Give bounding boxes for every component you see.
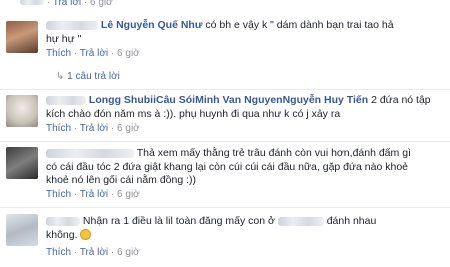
replies-toggle[interactable]: ↳ 1 câu trả lời — [56, 71, 120, 82]
comment-meta: Thích · Trả lời · 6 giờ — [46, 247, 140, 258]
comment-body: Thả xem mấy thằng trẻ trâu đánh còn vui … — [46, 147, 450, 188]
comment-text-line1: Thả xem mấy thằng trẻ trâu đánh còn vui … — [136, 147, 411, 159]
comment-text-line2: có cái đầu tóc 2 đứa giật khang lại còn … — [46, 160, 408, 173]
comment-meta: Thích · Trả lời · 6 giờ — [46, 123, 140, 134]
reply-link[interactable]: Trả lời — [80, 123, 108, 134]
blurred-text — [20, 0, 44, 6]
timestamp: 6 giờ — [117, 189, 140, 200]
reply-link[interactable]: Trả lời — [80, 48, 108, 59]
comment-meta: Thích · Trả lời · 6 giờ — [46, 48, 140, 59]
reply-link[interactable]: Trả lời — [80, 189, 108, 200]
comment-text-line1: 2 đứa nó tập — [368, 94, 431, 106]
divider — [0, 89, 450, 90]
comment-text-line1-end: đánh nhau — [326, 215, 377, 227]
comment-body: Lê Nguyễn Quế Như có bh e vậy k " dám dà… — [46, 19, 446, 46]
timestamp: 6 giờ — [117, 48, 140, 59]
timestamp: 6 giờ — [117, 123, 140, 134]
reply-link[interactable]: Trả lời — [80, 247, 108, 258]
avatar[interactable] — [6, 95, 38, 127]
reply-link[interactable]: Trả lời — [53, 0, 81, 8]
avatar[interactable] — [6, 147, 38, 179]
comment-text-line1: có bh e vậy k " dám dành bạn trai tao hả — [202, 19, 394, 31]
comment-meta: Thích · Trả lời · 6 giờ — [46, 189, 140, 200]
timestamp: 6 giờ — [90, 0, 113, 8]
smile-emoji-icon — [80, 228, 92, 240]
comment-meta: · Trả lời · 6 giờ — [20, 0, 113, 8]
like-link[interactable]: Thích — [46, 247, 71, 258]
divider — [0, 141, 450, 142]
blurred-name — [46, 148, 134, 158]
divider — [0, 207, 450, 208]
comment-body: Longg ShubiiCâu SóiMinh Van NguyenNguyễn… — [46, 94, 446, 121]
like-link[interactable]: Thích — [46, 189, 71, 200]
comment-text-line1: Nhận ra 1 điều là lil toàn đăng mấy con … — [82, 215, 275, 227]
comment-text-line2: không. — [46, 228, 78, 241]
like-link[interactable]: Thích — [46, 123, 71, 134]
reply-arrow-icon: ↳ — [56, 71, 65, 82]
timestamp: 6 giờ — [117, 247, 140, 258]
like-link[interactable]: Thích — [46, 48, 71, 59]
blurred-name — [46, 216, 80, 226]
comment-author[interactable]: Longg ShubiiCâu SóiMinh Van NguyenNguyễn… — [89, 94, 368, 106]
blurred-name — [46, 20, 98, 30]
comment-body: Nhận ra 1 điều là lil toàn đăng mấy con … — [46, 215, 446, 242]
comment-text-line2: hự hự " — [46, 32, 82, 45]
comment-text-line2: kích chào đón năm ms à :)). phụ huynh đi… — [46, 107, 341, 120]
comment-text-line3: khoẻ nó lên gối cái nằm đồng :)) — [46, 174, 197, 186]
comment-author[interactable]: Lê Nguyễn Quế Như — [101, 19, 203, 31]
avatar[interactable] — [6, 21, 38, 53]
blurred-text — [277, 216, 324, 226]
avatar[interactable] — [6, 214, 38, 246]
blurred-name — [46, 95, 86, 105]
replies-count[interactable]: 1 câu trả lời — [67, 71, 120, 82]
